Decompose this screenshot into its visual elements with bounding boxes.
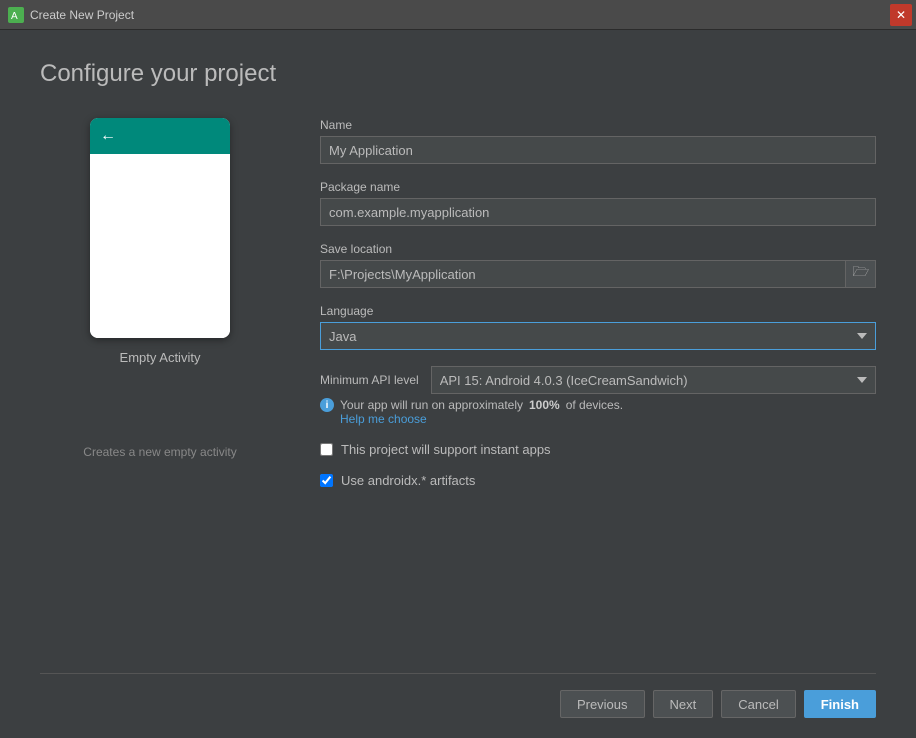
close-button[interactable]: ✕: [890, 4, 912, 26]
package-name-group: Package name: [320, 180, 876, 226]
instant-apps-label: This project will support instant apps: [341, 442, 551, 457]
main-content: Configure your project ← Empty Activity …: [0, 30, 916, 738]
title-bar-text: Create New Project: [30, 8, 134, 22]
phone-header: ←: [90, 118, 230, 154]
package-name-input[interactable]: [320, 198, 876, 226]
content-area: ← Empty Activity Creates a new empty act…: [40, 118, 876, 663]
min-api-label: Minimum API level: [320, 373, 419, 387]
androidx-checkbox[interactable]: [320, 474, 333, 487]
info-icon: i: [320, 398, 334, 412]
activity-label: Empty Activity: [120, 350, 201, 365]
title-bar: A Create New Project ✕: [0, 0, 916, 30]
package-name-label: Package name: [320, 180, 876, 194]
help-me-choose-link[interactable]: Help me choose: [340, 412, 876, 426]
language-group: Language Java Kotlin: [320, 304, 876, 350]
save-location-row: 🗁: [320, 260, 876, 288]
activity-description: Creates a new empty activity: [83, 445, 236, 459]
instant-apps-row: This project will support instant apps: [320, 442, 876, 457]
phone-preview: ←: [90, 118, 230, 338]
language-label: Language: [320, 304, 876, 318]
language-select[interactable]: Java Kotlin: [320, 322, 876, 350]
app-icon: A: [8, 7, 24, 23]
svg-text:A: A: [11, 11, 18, 22]
instant-apps-checkbox[interactable]: [320, 443, 333, 456]
name-group: Name: [320, 118, 876, 164]
page-title: Configure your project: [40, 60, 876, 88]
browse-folder-button[interactable]: 🗁: [846, 260, 876, 288]
api-level-row: Minimum API level API 15: Android 4.0.3 …: [320, 366, 876, 394]
finish-button[interactable]: Finish: [804, 690, 876, 718]
api-info-section: i Your app will run on approximately 100…: [320, 406, 876, 426]
bottom-bar: Previous Next Cancel Finish: [40, 673, 876, 718]
name-input[interactable]: [320, 136, 876, 164]
save-location-group: Save location 🗁: [320, 242, 876, 288]
api-info-text-1: Your app will run on approximately: [340, 398, 523, 412]
name-label: Name: [320, 118, 876, 132]
phone-body: [90, 154, 230, 338]
next-button[interactable]: Next: [653, 690, 714, 718]
androidx-label: Use androidx.* artifacts: [341, 473, 475, 488]
save-location-label: Save location: [320, 242, 876, 256]
min-api-select[interactable]: API 15: Android 4.0.3 (IceCreamSandwich)…: [431, 366, 876, 394]
api-info-row: i Your app will run on approximately 100…: [320, 398, 876, 412]
cancel-button[interactable]: Cancel: [721, 690, 795, 718]
androidx-row: Use androidx.* artifacts: [320, 473, 876, 488]
api-info-text-2: of devices.: [566, 398, 623, 412]
previous-button[interactable]: Previous: [560, 690, 645, 718]
api-percent: 100%: [529, 398, 560, 412]
left-panel: ← Empty Activity Creates a new empty act…: [40, 118, 280, 663]
save-location-input[interactable]: [320, 260, 846, 288]
back-arrow-icon: ←: [100, 127, 116, 145]
right-panel: Name Package name Save location 🗁 Langua…: [320, 118, 876, 663]
